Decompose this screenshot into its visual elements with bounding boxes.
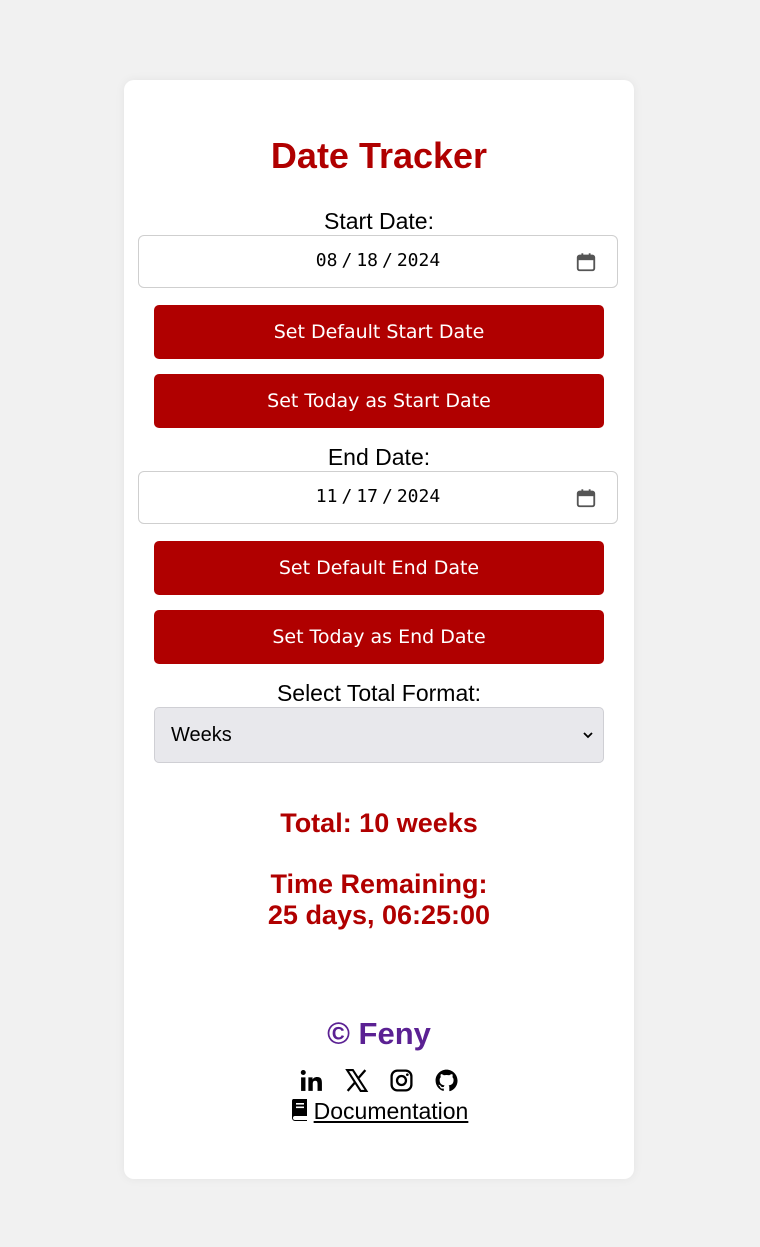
start-date-label: Start Date: bbox=[324, 208, 434, 234]
set-default-start-button[interactable]: Set Default Start Date bbox=[154, 305, 604, 359]
documentation-link[interactable]: Documentation bbox=[124, 1098, 634, 1124]
page-title: Date Tracker bbox=[270, 135, 488, 176]
format-select[interactable]: Weeks bbox=[154, 707, 604, 763]
end-month[interactable]: 11 bbox=[316, 486, 338, 507]
start-day[interactable]: 18 bbox=[356, 250, 378, 271]
format-selected-value: Weeks bbox=[171, 724, 232, 746]
tracker-card: Date Tracker Start Date: 08/18/2024 Set … bbox=[124, 80, 634, 1179]
total-result: Total: 10 weeks bbox=[280, 808, 478, 838]
end-date-input[interactable]: 11/17/2024 bbox=[138, 471, 618, 524]
end-day[interactable]: 17 bbox=[356, 486, 378, 507]
github-icon[interactable] bbox=[434, 1068, 459, 1093]
set-today-end-button[interactable]: Set Today as End Date bbox=[154, 610, 604, 664]
start-date-value: 08/18/2024 bbox=[315, 250, 441, 271]
set-default-end-button[interactable]: Set Default End Date bbox=[154, 541, 604, 595]
x-icon[interactable] bbox=[344, 1068, 369, 1093]
start-year[interactable]: 2024 bbox=[397, 250, 440, 271]
chevron-down-icon bbox=[583, 732, 593, 739]
documentation-label: Documentation bbox=[313, 1098, 469, 1124]
format-label: Select Total Format: bbox=[276, 680, 482, 706]
set-today-start-button[interactable]: Set Today as Start Date bbox=[154, 374, 604, 428]
start-month[interactable]: 08 bbox=[316, 250, 338, 271]
end-date-label: End Date: bbox=[327, 444, 431, 470]
social-links bbox=[124, 1068, 634, 1093]
linkedin-icon[interactable] bbox=[299, 1068, 324, 1093]
calendar-icon[interactable] bbox=[575, 487, 597, 509]
end-date-value: 11/17/2024 bbox=[315, 486, 441, 507]
copyright: © Feny bbox=[327, 1016, 431, 1051]
time-remaining-value: 25 days, 06:25:00 bbox=[267, 900, 491, 930]
book-icon bbox=[291, 1099, 307, 1121]
instagram-icon[interactable] bbox=[389, 1068, 414, 1093]
time-remaining-label: Time Remaining: bbox=[270, 869, 488, 899]
start-date-input[interactable]: 08/18/2024 bbox=[138, 235, 618, 288]
calendar-icon[interactable] bbox=[575, 251, 597, 273]
end-year[interactable]: 2024 bbox=[397, 486, 440, 507]
